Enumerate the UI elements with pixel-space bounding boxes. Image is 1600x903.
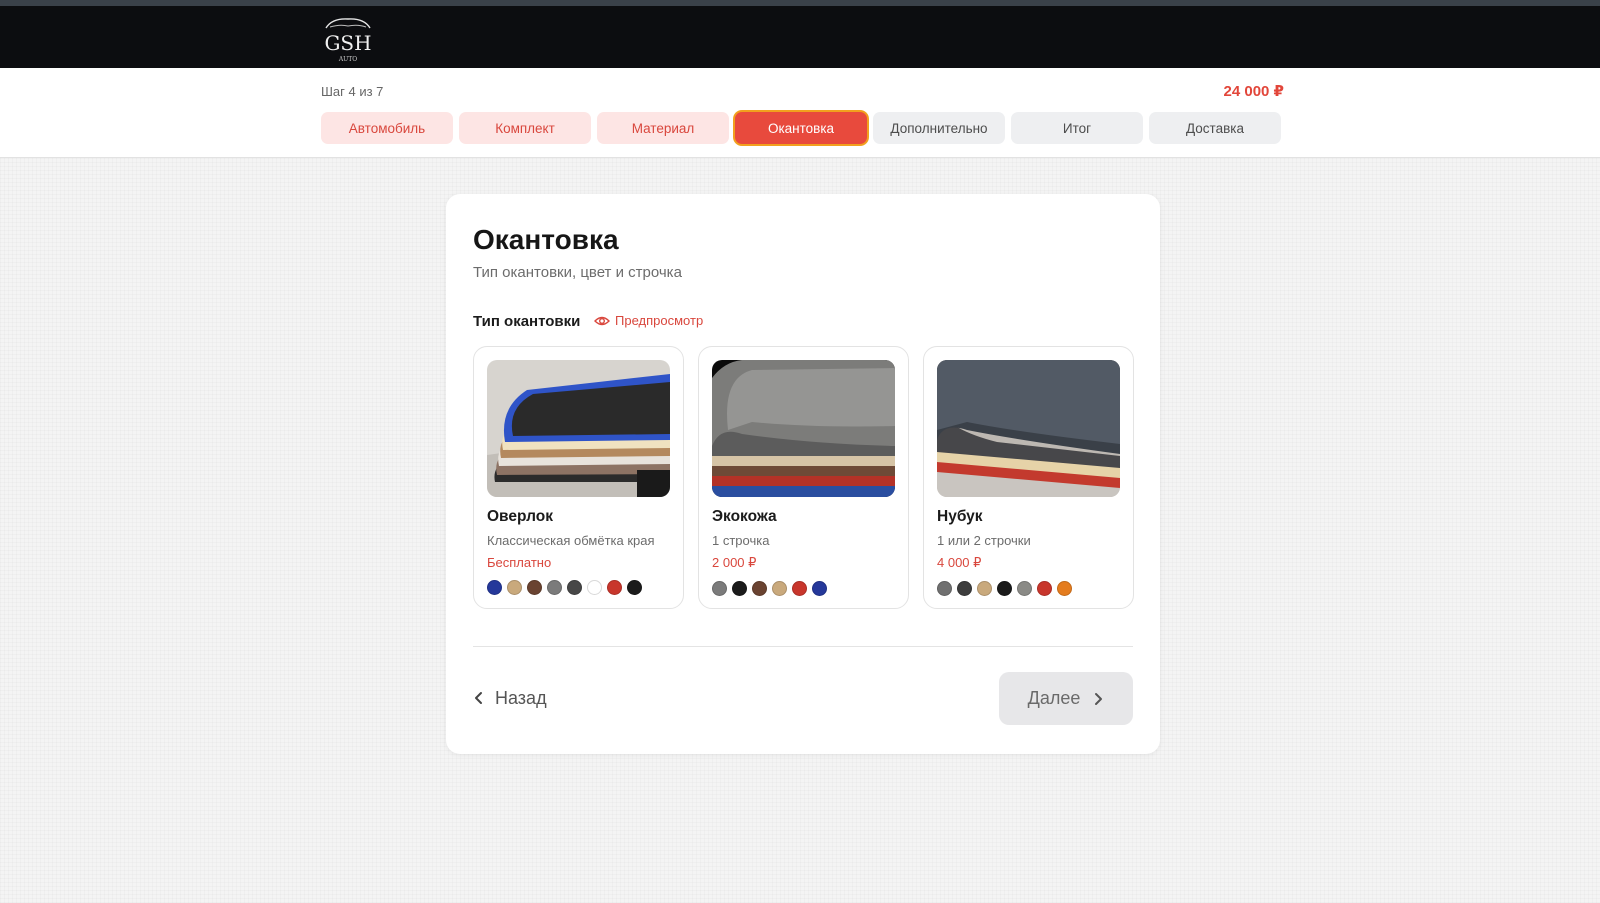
swatch-red[interactable] xyxy=(607,580,622,595)
next-button[interactable]: Далее xyxy=(999,672,1133,725)
swatch-beige[interactable] xyxy=(772,581,787,596)
swatch-gray[interactable] xyxy=(547,580,562,595)
tab-kit[interactable]: Комплект xyxy=(459,112,591,144)
swatch-gray[interactable] xyxy=(937,581,952,596)
page-subtitle: Тип окантовки, цвет и строчка xyxy=(473,264,682,281)
chevron-right-icon xyxy=(1095,692,1103,705)
option-overlock[interactable]: Оверлок Классическая обмётка края Беспла… xyxy=(473,346,684,609)
eye-icon xyxy=(594,316,610,325)
edging-options: Оверлок Классическая обмётка края Беспла… xyxy=(473,346,1134,609)
swatch-stone-gray[interactable] xyxy=(1017,581,1032,596)
option-description: 1 или 2 строчки xyxy=(937,533,1031,548)
swatch-red[interactable] xyxy=(1037,581,1052,596)
next-label: Далее xyxy=(1027,688,1081,708)
option-description: Классическая обмётка края xyxy=(487,533,655,548)
option-name: Оверлок xyxy=(487,508,553,525)
brand-logo-subtext: AUTO xyxy=(338,56,357,63)
color-swatches xyxy=(712,581,895,596)
tab-automobile[interactable]: Автомобиль xyxy=(321,112,453,144)
option-eco-leather[interactable]: Экокожа 1 строчка 2 000 ₽ xyxy=(698,346,909,609)
color-swatches xyxy=(937,581,1120,596)
swatch-orange[interactable] xyxy=(1057,581,1072,596)
option-name: Нубук xyxy=(937,508,983,525)
step-counter: Шаг 4 из 7 xyxy=(321,84,384,99)
swatch-beige[interactable] xyxy=(507,580,522,595)
swatch-navy[interactable] xyxy=(812,581,827,596)
tab-edging[interactable]: Окантовка xyxy=(735,112,867,144)
option-price: 2 000 ₽ xyxy=(712,555,757,570)
back-button[interactable]: Назад xyxy=(473,672,547,724)
chevron-left-icon xyxy=(475,692,482,704)
option-description: 1 строчка xyxy=(712,533,770,548)
swatch-brown[interactable] xyxy=(527,580,542,595)
swatch-dark-gray[interactable] xyxy=(567,580,582,595)
tab-delivery[interactable]: Доставка xyxy=(1149,112,1281,144)
swatch-beige[interactable] xyxy=(977,581,992,596)
divider xyxy=(473,646,1133,647)
swatch-gray[interactable] xyxy=(712,581,727,596)
swatch-black[interactable] xyxy=(627,580,642,595)
brand-logo[interactable]: GSH AUTO xyxy=(318,12,378,64)
brand-logo-text: GSH xyxy=(324,31,371,55)
swatch-brown[interactable] xyxy=(752,581,767,596)
total-price: 24 000 ₽ xyxy=(1223,83,1284,100)
swatch-black[interactable] xyxy=(732,581,747,596)
option-name: Экокожа xyxy=(712,508,777,525)
color-swatches xyxy=(487,580,670,595)
tab-material[interactable]: Материал xyxy=(597,112,729,144)
preview-label: Предпросмотр xyxy=(615,313,704,328)
overlock-image xyxy=(487,360,670,497)
tab-summary[interactable]: Итог xyxy=(1011,112,1143,144)
eco-leather-image xyxy=(712,360,895,497)
option-price: Бесплатно xyxy=(487,555,552,570)
nubuck-image xyxy=(937,360,1120,497)
edging-card: Окантовка Тип окантовки, цвет и строчка … xyxy=(446,194,1160,754)
preview-link[interactable]: Предпросмотр xyxy=(594,313,703,328)
option-price: 4 000 ₽ xyxy=(937,555,982,570)
tab-additional[interactable]: Дополнительно xyxy=(873,112,1005,144)
step-tabs: Автомобиль Комплект Материал Окантовка Д… xyxy=(321,112,1281,144)
swatch-white[interactable] xyxy=(587,580,602,595)
swatch-navy[interactable] xyxy=(487,580,502,595)
swatch-black[interactable] xyxy=(997,581,1012,596)
site-header: GSH AUTO xyxy=(0,6,1600,68)
section-label: Тип окантовки xyxy=(473,313,581,330)
option-nubuck[interactable]: Нубук 1 или 2 строчки 4 000 ₽ xyxy=(923,346,1134,609)
page-title: Окантовка xyxy=(473,224,619,255)
swatch-red[interactable] xyxy=(792,581,807,596)
swatch-dark-gray[interactable] xyxy=(957,581,972,596)
step-bar: Шаг 4 из 7 24 000 ₽ Автомобиль Комплект … xyxy=(0,68,1600,158)
back-label: Назад xyxy=(495,687,547,708)
